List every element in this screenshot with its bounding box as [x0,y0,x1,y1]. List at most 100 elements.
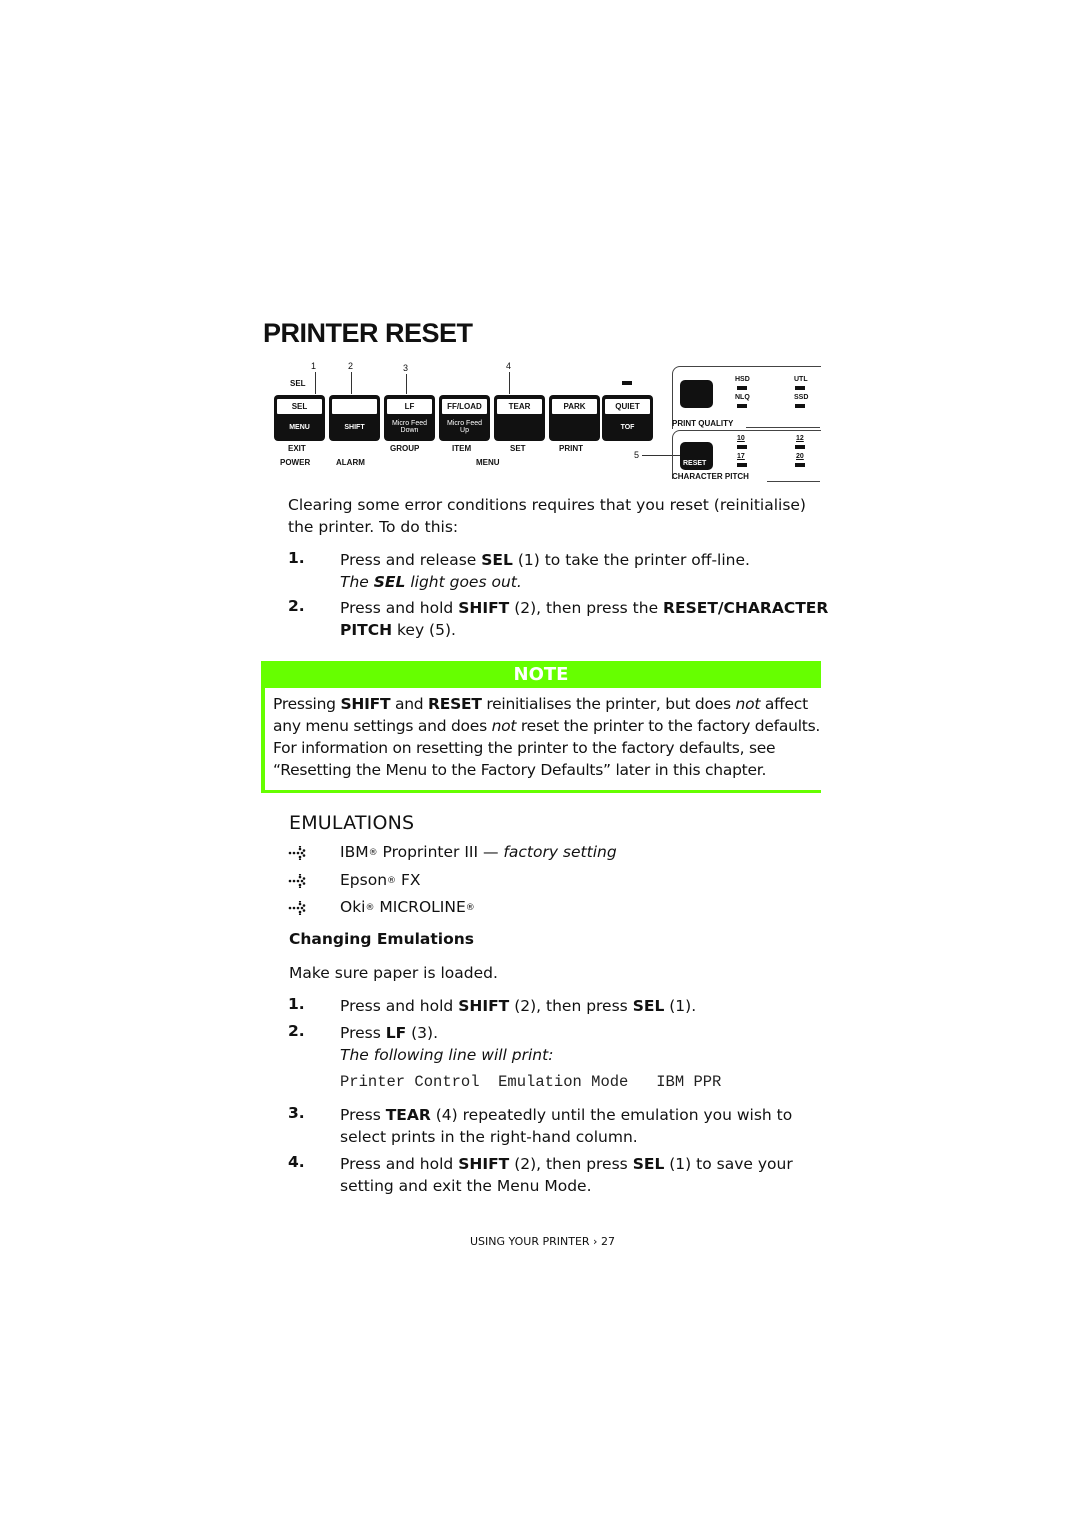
emulation-step-2: Press LF (3). The following line will pri… [340,1022,553,1066]
print-quality-label: PRINT QUALITY [672,419,734,428]
text: reset the printer to the factory default… [516,717,821,735]
page-title: PRINTER RESET [263,318,473,348]
hsd-led [737,386,747,390]
emulations-heading: EMULATIONS [289,812,415,834]
pitch-12-label: 12 [796,435,804,442]
pitch-17-label: 17 [737,453,745,460]
emphasis: not [735,695,761,713]
text: key (5). [392,621,456,639]
paper-loaded-instruction: Make sure paper is loaded. [289,964,498,982]
reset-step-1: Press and release SEL (1) to take the pr… [340,549,750,593]
text: IBM [340,843,369,861]
text: MICROLINE [374,898,466,916]
dotted-arrow-icon [288,874,306,888]
ssd-label: SSD [794,394,809,401]
callout-1: 1 [311,361,317,371]
text: Proprinter III — [377,843,504,861]
shift-key[interactable]: SHIFT [329,395,380,441]
step-number: 3. [288,1104,305,1122]
down-label: Down [400,427,419,434]
printout-sample: Printer Control Emulation Mode IBM PPR [340,1073,722,1091]
tear-key[interactable]: TEAR [494,395,545,441]
shift-key-ref: SHIFT [458,997,510,1015]
text: Press and hold [340,997,459,1015]
quiet-key-label: QUIET [605,399,650,414]
text: light goes out. [405,573,522,591]
reset-key-ref: RESET/CHARACTER [663,599,829,617]
print-quality-button[interactable] [680,380,713,408]
note-header: NOTE [513,664,569,685]
sel-key[interactable]: SEL MENU [274,395,325,441]
text: (3). [406,1024,439,1042]
registered-mark: ® [465,903,475,913]
text: Epson [340,871,388,889]
note-line: “Resetting the Menu to the Factory Defau… [273,761,767,779]
step-number: 2. [288,1022,305,1040]
callout-2: 2 [348,361,354,371]
text: affect [760,695,808,713]
callout-5: 5 [634,450,640,460]
print-label: PRINT [559,444,583,453]
step-number: 4. [288,1153,305,1171]
tear-key-label: TEAR [497,399,542,414]
note-line: For information on resetting the printer… [273,739,776,757]
group-label: GROUP [390,444,420,453]
text: FX [396,871,421,889]
ssd-led [795,404,805,408]
sel-key-ref: SEL [632,1155,665,1173]
quiet-key[interactable]: QUIET TOF [602,395,653,441]
page-footer: USING YOUR PRINTER › 27 [470,1235,615,1248]
lf-key[interactable]: LF Micro Feed Down [384,395,435,441]
factory-setting-note: factory setting [503,843,617,861]
sel-key-ref: SEL [373,573,406,591]
sel-key-ref: SEL [632,997,665,1015]
tear-key-ref: TEAR [385,1106,431,1124]
note-box: NOTE Pressing SHIFT and RESET reinitiali… [261,661,821,793]
text: (2), then press the [509,599,664,617]
utl-led [795,386,805,390]
text: reinitialises the printer, but does [481,695,736,713]
text: Press and hold [340,599,459,617]
text: Pressing [273,695,341,713]
pitch-17-led [737,463,747,467]
pitch-10-led [737,445,747,449]
text: Press [340,1024,386,1042]
note-line: Pressing SHIFT and RESET reinitialises t… [273,693,821,715]
micro-feed-label: Micro Feed [446,420,482,427]
ff-load-key[interactable]: FF/LOAD Micro Feed Up [439,395,490,441]
sel-key-ref: SEL [481,551,513,569]
emulation-step-4: Press and hold SHIFT (2), then press SEL… [340,1153,793,1197]
result-text: The following line will print: [340,1046,554,1064]
text: (2), then press [509,997,633,1015]
nlq-label: NLQ [735,394,750,401]
note-body: Pressing SHIFT and RESET reinitialises t… [265,688,821,790]
quiet-led [622,381,632,385]
park-key-label: PARK [552,399,597,414]
step-number: 1. [288,549,305,567]
power-label: POWER [280,458,311,467]
menu-group-label: MENU [476,458,500,467]
park-key[interactable]: PARK [549,395,600,441]
pitch-10-label: 10 [737,435,745,442]
dotted-arrow-icon [288,846,306,860]
shift-key-label: SHIFT [344,423,365,431]
reset-button[interactable]: RESET [680,442,713,470]
pitch-20-label: 20 [796,453,804,460]
text: (1) to save your [664,1155,793,1173]
text: Press and hold [340,1155,459,1173]
hsd-label: HSD [735,376,750,383]
text: setting and exit the Menu Mode. [340,1177,592,1195]
lf-key-label: LF [387,399,432,414]
reset-intro: Clearing some error conditions requires … [288,496,806,536]
reset-button-label: RESET [683,460,707,467]
shift-key-ref: SHIFT [458,1155,510,1173]
micro-feed-down-label: Micro Feed Down [384,415,435,439]
utl-label: UTL [794,376,808,383]
text: The [340,573,374,591]
text: Oki [340,898,366,916]
tof-key-label: TOF [620,423,635,431]
step-number: 2. [288,597,305,615]
text: Press [340,1106,386,1124]
pitch-12-led [795,445,805,449]
control-panel-diagram: 1 2 3 4 SEL SEL MENU SHIFT LF Micro Feed… [270,358,830,486]
